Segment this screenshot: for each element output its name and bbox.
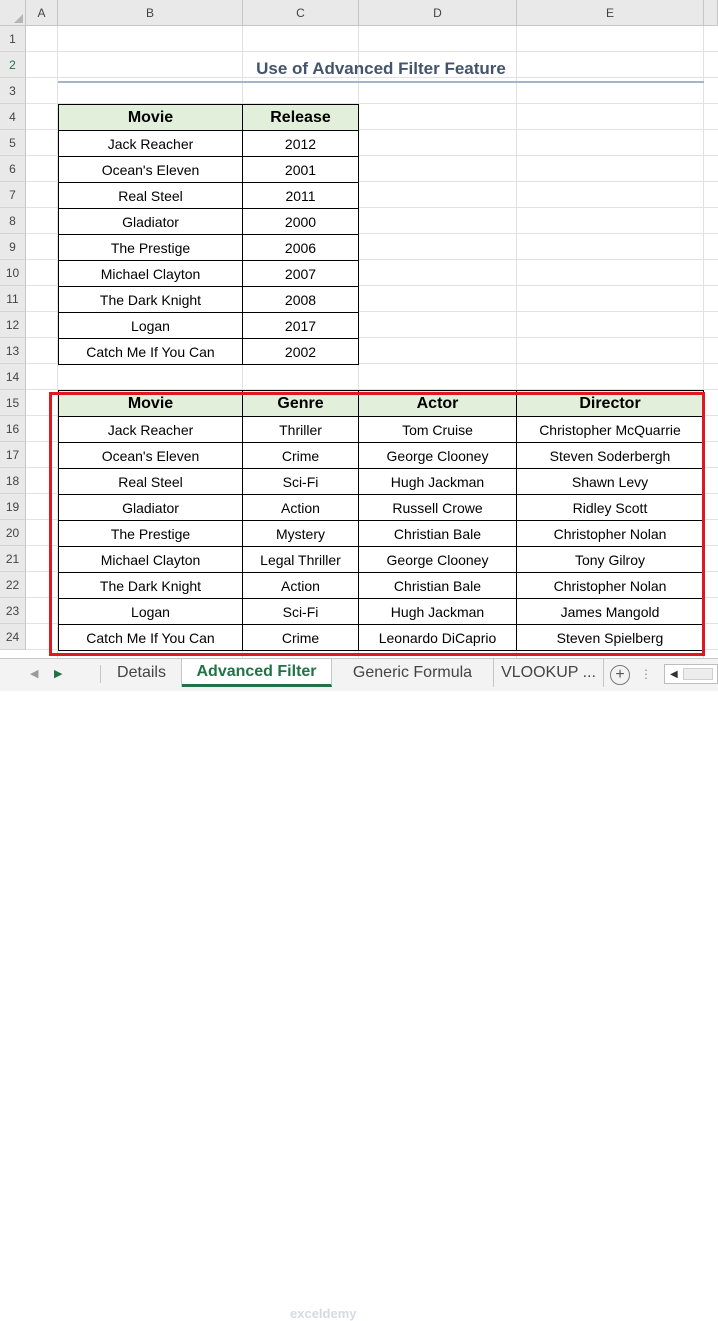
table1-cell[interactable]: 2012 [242, 130, 359, 157]
row-header-17[interactable]: 17 [0, 442, 26, 468]
row-header-23[interactable]: 23 [0, 598, 26, 624]
triangle-right-icon[interactable]: ▶ [54, 667, 62, 680]
column-header-e[interactable]: E [517, 0, 704, 26]
row-header-9[interactable]: 9 [0, 234, 26, 260]
row-header-14[interactable]: 14 [0, 364, 26, 390]
tab-separator [100, 665, 101, 683]
more-dots-icon[interactable]: ⋮ [640, 667, 652, 681]
column-header-c[interactable]: C [243, 0, 359, 26]
row-header-3[interactable]: 3 [0, 78, 26, 104]
worksheet[interactable]: ABCDE 1 2 3 4 5 6 7 8 9 10 11 12 13 14 15 16 17 18 19 20 21 2… [0, 0, 718, 658]
row-header-2[interactable]: 2 [0, 52, 26, 78]
row-header-5[interactable]: 5 [0, 130, 26, 156]
title-underline [58, 81, 704, 83]
row-header-4[interactable]: 4 [0, 104, 26, 130]
table1-cell[interactable]: Real Steel [58, 182, 243, 209]
table1-cell[interactable]: Logan [58, 312, 243, 339]
table1-cell[interactable]: 2006 [242, 234, 359, 261]
row-header-16[interactable]: 16 [0, 416, 26, 442]
highlight-box [49, 392, 705, 656]
tab-vlookup[interactable]: VLOOKUP ... [494, 659, 604, 687]
scroll-thumb[interactable] [683, 668, 713, 680]
column-header-a[interactable]: A [26, 0, 58, 26]
add-sheet-button[interactable]: + [610, 665, 630, 685]
row-header-19[interactable]: 19 [0, 494, 26, 520]
column-header-b[interactable]: B [58, 0, 243, 26]
tab-advanced-filter[interactable]: Advanced Filter [182, 659, 332, 687]
row-header-13[interactable]: 13 [0, 338, 26, 364]
row-header-22[interactable]: 22 [0, 572, 26, 598]
row-header-20[interactable]: 20 [0, 520, 26, 546]
table1-cell[interactable]: Catch Me If You Can [58, 338, 243, 365]
table1-cell[interactable]: 2000 [242, 208, 359, 235]
row-header-12[interactable]: 12 [0, 312, 26, 338]
row-header-15[interactable]: 15 [0, 390, 26, 416]
table1-cell[interactable]: 2017 [242, 312, 359, 339]
table1-header-cell[interactable]: Release [242, 104, 359, 131]
row-header-8[interactable]: 8 [0, 208, 26, 234]
tab-details[interactable]: Details [102, 659, 182, 687]
row-header-10[interactable]: 10 [0, 260, 26, 286]
table1-cell[interactable]: The Dark Knight [58, 286, 243, 313]
table1-cell[interactable]: The Prestige [58, 234, 243, 261]
table1-cell[interactable]: Michael Clayton [58, 260, 243, 287]
row-header-11[interactable]: 11 [0, 286, 26, 312]
table1-cell[interactable]: 2002 [242, 338, 359, 365]
sheet-title: Use of Advanced Filter Feature [256, 59, 506, 78]
row-header-6[interactable]: 6 [0, 156, 26, 182]
watermark: exceldemy [290, 1306, 357, 1321]
chevron-left-icon[interactable]: ◀ [670, 669, 678, 680]
tab-generic-formula[interactable]: Generic Formula [332, 659, 494, 687]
triangle-left-icon[interactable]: ◀ [30, 667, 38, 680]
row-header-24[interactable]: 24 [0, 624, 26, 650]
row-header-18[interactable]: 18 [0, 468, 26, 494]
table1-cell[interactable]: 2008 [242, 286, 359, 313]
row-header-21[interactable]: 21 [0, 546, 26, 572]
table1-cell[interactable]: 2001 [242, 156, 359, 183]
select-all-corner[interactable] [0, 0, 26, 26]
select-all-triangle-icon [14, 14, 23, 23]
table1-cell[interactable]: Jack Reacher [58, 130, 243, 157]
plus-circle-icon: + [615, 666, 625, 683]
table1-cell[interactable]: 2007 [242, 260, 359, 287]
row-header-7[interactable]: 7 [0, 182, 26, 208]
row-header-1[interactable]: 1 [0, 26, 26, 52]
gridline-horizontal [26, 51, 718, 52]
sheet-tab-bar: ◀ ▶ Details Advanced Filter Generic Form… [0, 658, 718, 1321]
table1-header-cell[interactable]: Movie [58, 104, 243, 131]
table1-cell[interactable]: 2011 [242, 182, 359, 209]
table1-cell[interactable]: Ocean's Eleven [58, 156, 243, 183]
column-header-d[interactable]: D [359, 0, 517, 26]
horizontal-scrollbar[interactable]: ◀ [664, 664, 718, 684]
column-header-partial[interactable] [704, 0, 718, 26]
table1-cell[interactable]: Gladiator [58, 208, 243, 235]
